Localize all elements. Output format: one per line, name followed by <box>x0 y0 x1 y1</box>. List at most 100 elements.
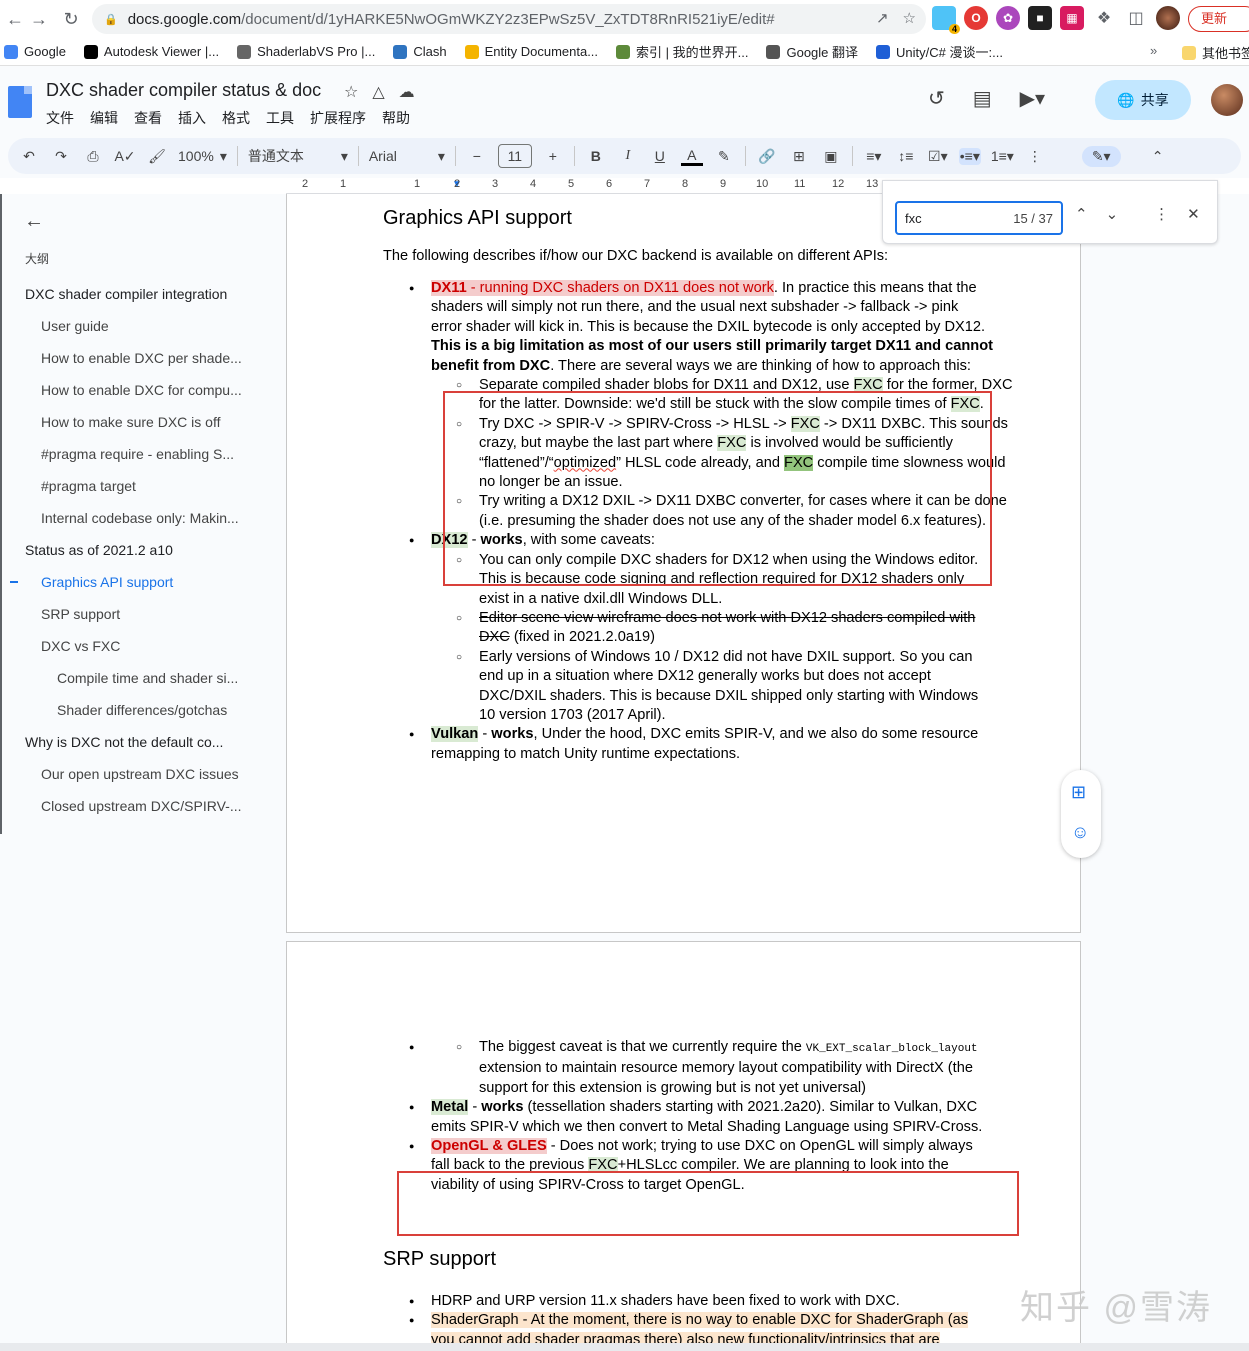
outline-item[interactable]: SRP support <box>0 602 246 634</box>
meet-icon[interactable]: ▶▾ <box>1020 86 1045 111</box>
add-emoji-reaction-icon[interactable]: ☺ <box>1071 822 1089 843</box>
menu-item[interactable]: 扩展程序 <box>310 108 366 128</box>
other-bookmarks[interactable]: 其他书签 <box>1182 43 1249 62</box>
outline-item[interactable]: Internal codebase only: Makin... <box>0 506 246 538</box>
outline-label: 大纲 <box>25 252 50 266</box>
highlight-icon[interactable]: ✎ <box>713 148 735 165</box>
insert-image-icon[interactable]: ▣ <box>820 148 842 165</box>
update-button[interactable]: 更新 <box>1188 6 1249 32</box>
undo-icon[interactable]: ↶ <box>18 148 40 165</box>
font-size-input[interactable]: 11 <box>497 144 532 168</box>
text-color-icon[interactable]: A <box>680 147 703 166</box>
bold-icon[interactable]: B <box>585 148 607 164</box>
outline-item[interactable]: Closed upstream DXC/SPIRV-... <box>0 794 246 826</box>
reload-icon[interactable]: ↻ <box>56 4 86 34</box>
extensions-puzzle-icon[interactable]: ❖ <box>1092 6 1116 30</box>
redo-icon[interactable]: ↷ <box>50 148 72 165</box>
outline-item[interactable]: Shader differences/gotchas <box>0 698 246 730</box>
outline-item[interactable]: How to enable DXC for compu... <box>0 378 246 410</box>
version-history-icon[interactable]: ↺ <box>928 86 945 111</box>
menu-item[interactable]: 格式 <box>222 108 250 128</box>
extension-pink-icon[interactable]: ▦ <box>1060 6 1084 30</box>
outline-item[interactable]: Status as of 2021.2 a10 <box>0 538 246 570</box>
find-options-icon[interactable]: ⋮ <box>1154 205 1169 223</box>
side-panel-icon[interactable]: ◫ <box>1124 6 1148 30</box>
outline-item[interactable]: How to make sure DXC is off <box>0 410 246 442</box>
print-icon[interactable]: ⎙ <box>82 148 104 165</box>
menu-item[interactable]: 查看 <box>134 108 162 128</box>
decrease-font-icon[interactable]: − <box>466 148 488 164</box>
outline-item[interactable]: Our open upstream DXC issues <box>0 762 246 794</box>
bookmark-item[interactable]: Unity/C# 漫谈一:... <box>876 42 1003 61</box>
ruler[interactable]: ▼ 2 1 1 2 3 4 5 6 7 8 9 10 11 12 13 <box>286 178 882 194</box>
outline-item[interactable]: User guide <box>0 314 246 346</box>
align-icon[interactable]: ≡▾ <box>863 148 885 165</box>
cloud-status-icon[interactable]: ☁ <box>399 82 415 102</box>
document-page[interactable]: The biggest caveat is that we currently … <box>286 941 1081 1351</box>
forward-icon[interactable]: → <box>24 4 54 34</box>
document-canvas[interactable]: Graphics API support The following descr… <box>286 194 1249 1351</box>
document-title[interactable]: DXC shader compiler status & doc <box>46 80 321 101</box>
spellcheck-icon[interactable]: A✓ <box>114 148 136 165</box>
document-page[interactable]: Graphics API support The following descr… <box>286 194 1081 933</box>
previous-match-icon[interactable]: ⌃ <box>1075 205 1088 223</box>
add-comment-icon[interactable]: ⊞ <box>1071 782 1086 803</box>
outline-item[interactable]: Graphics API support <box>0 570 246 602</box>
address-bar[interactable]: 🔒 docs.google.com /document/d/1yHARKE5Nw… <box>92 4 926 34</box>
outline-item[interactable]: Compile time and shader si... <box>0 666 246 698</box>
profile-avatar-icon[interactable] <box>1156 6 1180 30</box>
extension-search-icon[interactable]: 4 <box>932 6 960 34</box>
opera-icon[interactable]: O <box>964 6 988 30</box>
horizontal-scrollbar[interactable] <box>0 1343 1249 1351</box>
numbered-list-icon[interactable]: 1≡▾ <box>991 148 1014 165</box>
user-avatar[interactable] <box>1211 84 1243 116</box>
link-icon[interactable]: 🔗 <box>756 148 778 165</box>
bookmark-item[interactable]: Entity Documenta... <box>464 44 598 59</box>
comments-icon[interactable]: ▤ <box>973 86 992 111</box>
font-select[interactable]: Arial ▾ <box>369 148 445 165</box>
star-icon[interactable]: ☆ <box>344 82 358 102</box>
move-to-drive-icon[interactable]: △ <box>372 82 384 102</box>
more-options-icon[interactable]: ⋮ <box>1024 148 1046 165</box>
menu-item[interactable]: 帮助 <box>382 108 410 128</box>
bookmark-item[interactable]: Google <box>4 44 66 59</box>
next-match-icon[interactable]: ⌄ <box>1106 205 1119 223</box>
menu-item[interactable]: 工具 <box>266 108 294 128</box>
share-page-icon[interactable]: ↗ <box>876 9 889 27</box>
outline-item[interactable]: DXC vs FXC <box>0 634 246 666</box>
docs-logo-icon[interactable] <box>8 86 32 118</box>
bookmark-item[interactable]: Google 翻译 <box>766 42 858 61</box>
paint-format-icon[interactable]: 🖌 <box>146 148 168 165</box>
close-outline-icon[interactable]: ← <box>24 210 44 233</box>
italic-icon[interactable]: I <box>617 148 639 164</box>
bookmark-item[interactable]: ShaderlabVS Pro |... <box>237 44 375 59</box>
add-comment-icon[interactable]: ⊞ <box>788 148 810 165</box>
line-spacing-icon[interactable]: ↕≡ <box>895 148 917 164</box>
menu-item[interactable]: 插入 <box>178 108 206 128</box>
close-find-icon[interactable]: ✕ <box>1187 205 1200 223</box>
increase-font-icon[interactable]: + <box>542 148 564 164</box>
bookmark-item[interactable]: Clash <box>393 44 447 59</box>
bookmark-star-icon[interactable]: ☆ <box>903 9 916 27</box>
editing-mode-icon[interactable]: ✎▾ <box>1081 145 1121 167</box>
extension-flower-icon[interactable]: ✿ <box>996 6 1020 30</box>
checklist-icon[interactable]: ☑▾ <box>927 148 949 165</box>
share-button[interactable]: 🌐 共享 <box>1095 80 1191 120</box>
outline-item[interactable]: Why is DXC not the default co... <box>0 730 246 762</box>
bookmark-item[interactable]: 索引 | 我的世界开... <box>616 42 748 61</box>
zoom-select[interactable]: 100% ▾ <box>178 148 227 165</box>
outline-item[interactable]: #pragma require - enabling S... <box>0 442 246 474</box>
outline-item[interactable]: DXC shader compiler integration <box>0 282 246 314</box>
underline-icon[interactable]: U <box>649 148 671 164</box>
bookmark-item[interactable]: Autodesk Viewer |... <box>83 44 219 59</box>
bookmarks-more-icon[interactable]: » <box>1150 43 1157 58</box>
extension-box-icon[interactable]: ■ <box>1028 6 1052 30</box>
style-select[interactable]: 普通文本 ▾ <box>248 146 348 166</box>
find-input[interactable]: fxc 15 / 37 <box>895 201 1063 235</box>
outline-item[interactable]: How to enable DXC per shade... <box>0 346 246 378</box>
outline-item[interactable]: #pragma target <box>0 474 246 506</box>
collapse-menus-icon[interactable]: ⌃ <box>1147 148 1169 165</box>
menu-item[interactable]: 编辑 <box>90 108 118 128</box>
menu-item[interactable]: 文件 <box>46 108 74 128</box>
bulleted-list-icon[interactable]: •≡▾ <box>958 147 981 165</box>
